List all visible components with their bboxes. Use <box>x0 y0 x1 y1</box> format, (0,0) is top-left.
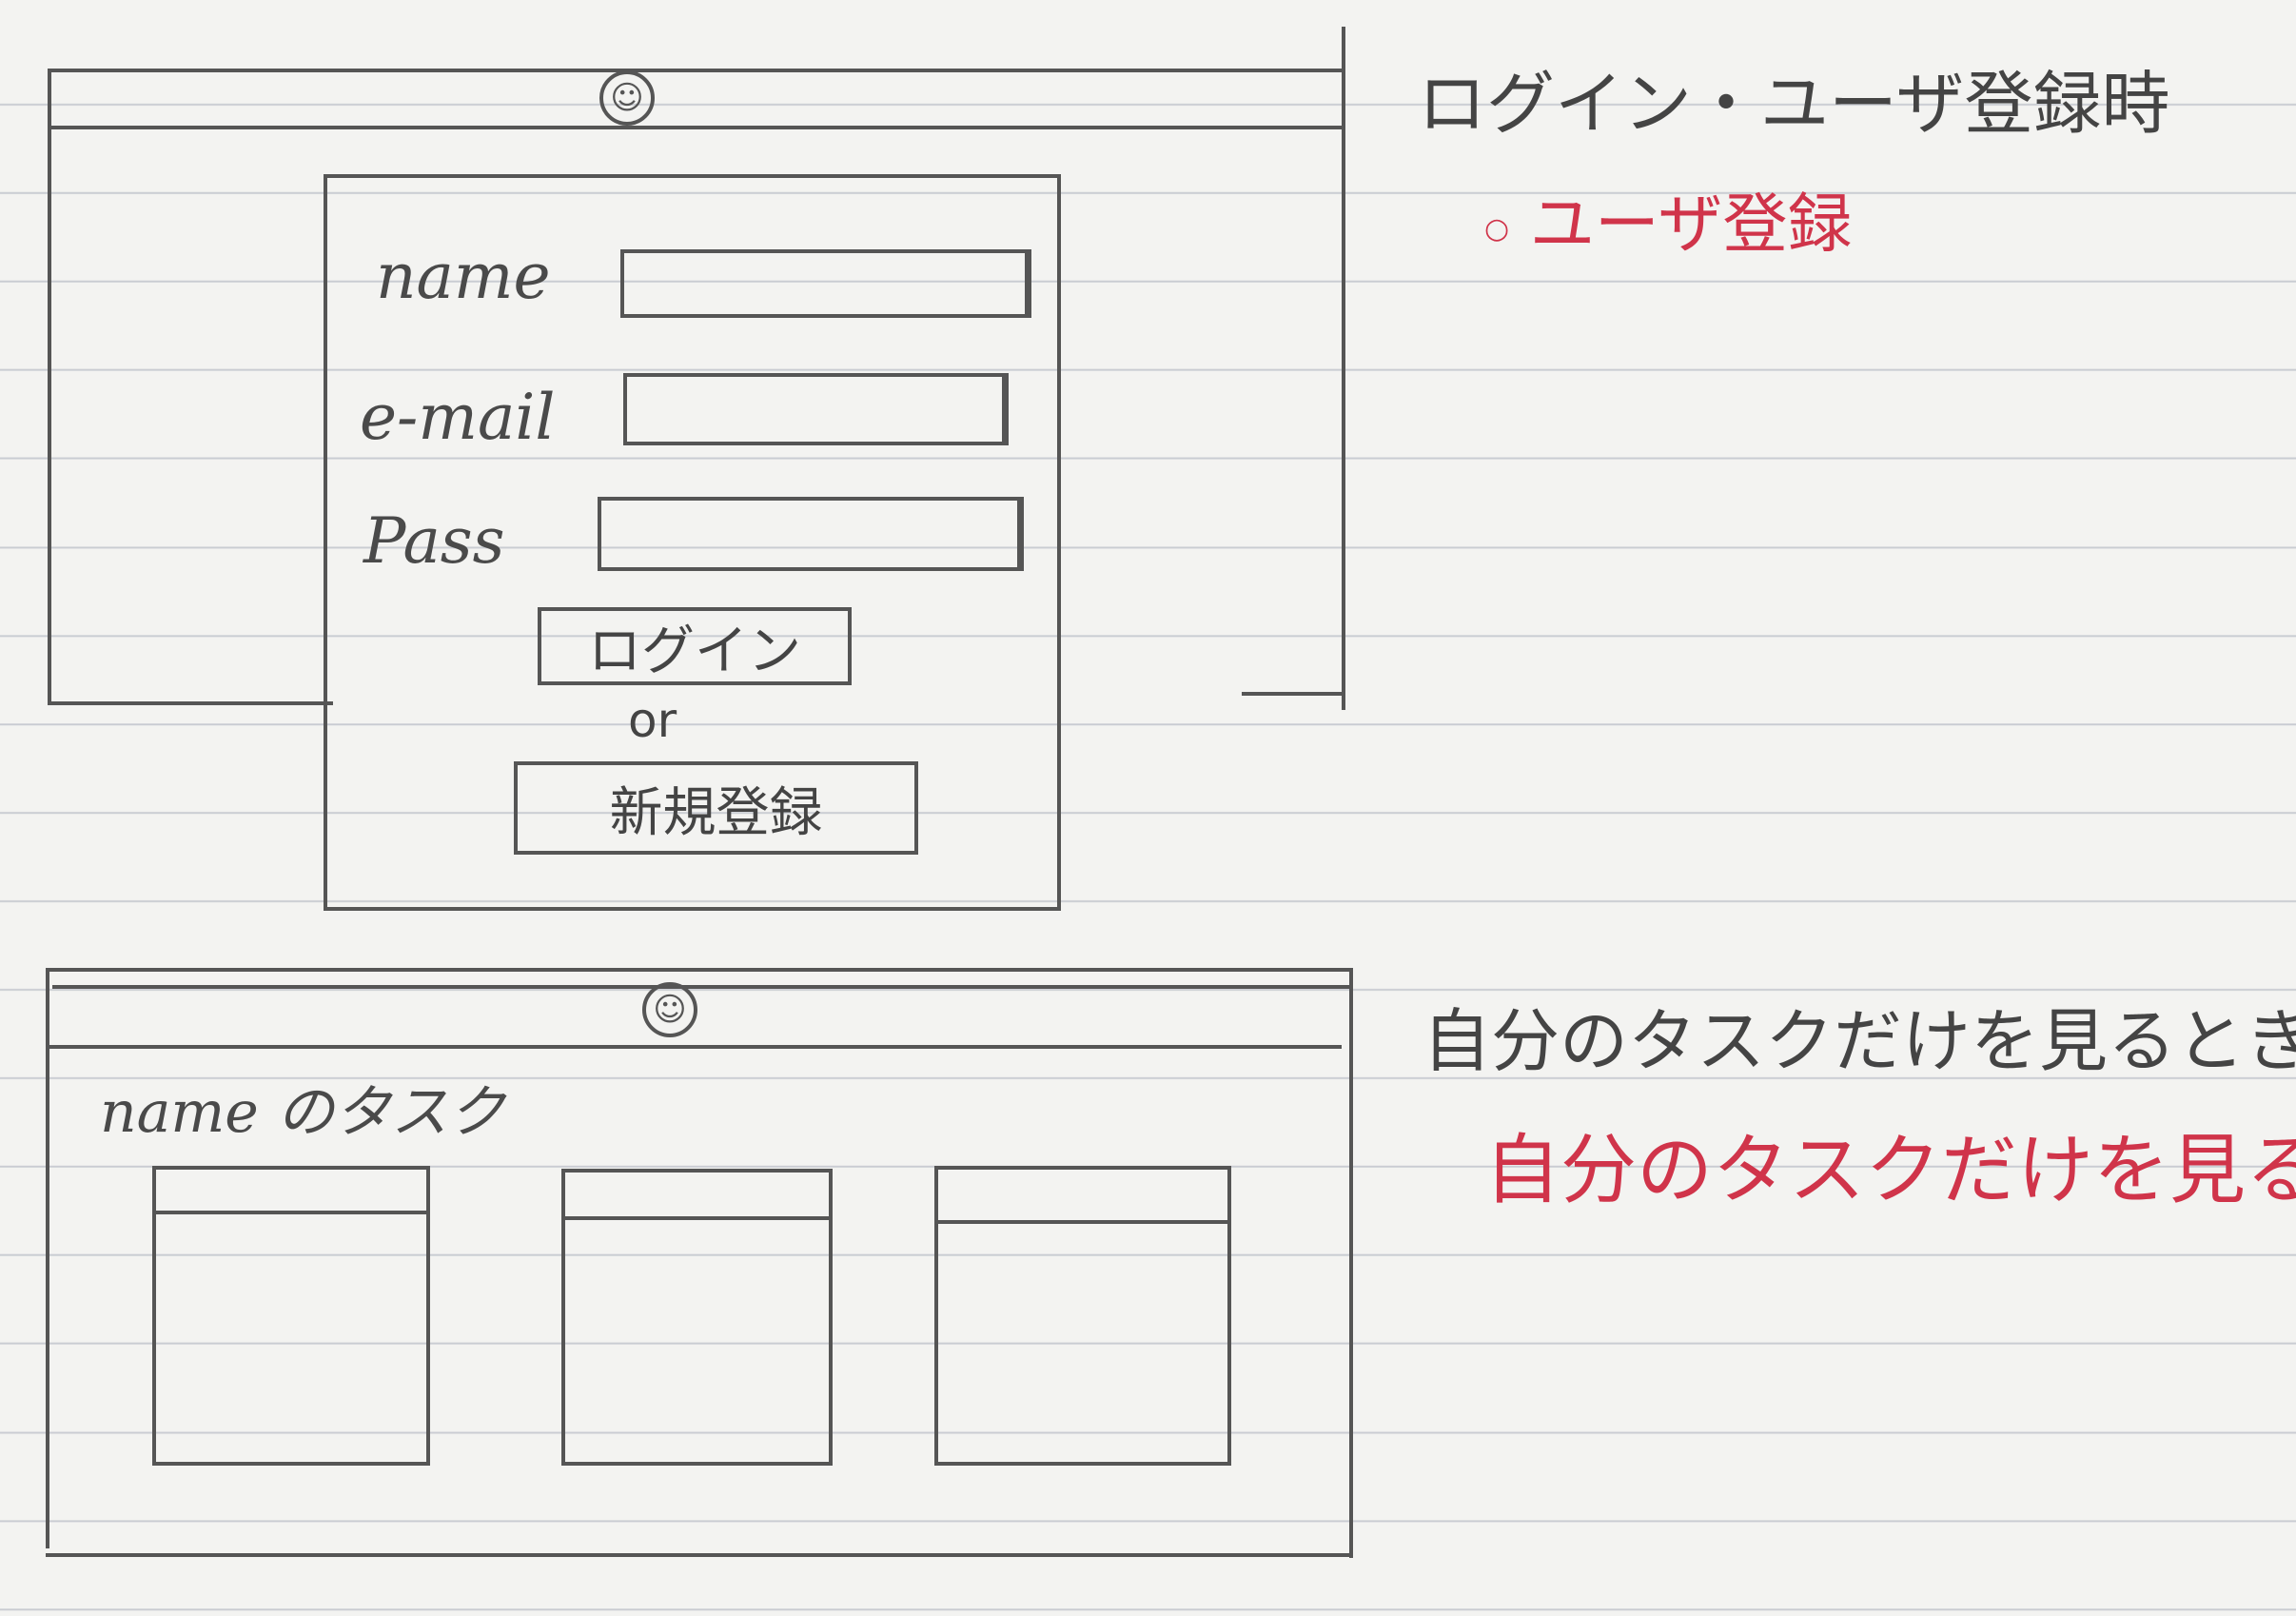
task-card[interactable] <box>561 1169 833 1466</box>
task-card-title-divider <box>561 1216 833 1220</box>
register-button[interactable]: 新規登録 <box>514 761 918 855</box>
screen2-top-edge-inner <box>52 985 1351 989</box>
email-label: e-mail <box>360 381 556 454</box>
password-label: Pass <box>363 504 505 578</box>
screen2-top-edge <box>48 968 1351 972</box>
screen2-right-edge <box>1349 968 1353 1558</box>
login-screen-note: ログイン・ユーザ登録時 <box>1418 64 2170 144</box>
my-tasks-note: 自分のタスクだけを見るとき <box>1423 1001 2296 1081</box>
user-avatar-icon[interactable]: ☺ <box>599 70 655 126</box>
task-card-title-divider <box>934 1220 1231 1224</box>
or-text: or <box>628 693 677 748</box>
name-label: name <box>376 240 551 313</box>
task-card-title-divider <box>152 1211 430 1214</box>
screen1-bottom-edge <box>48 701 333 705</box>
screen2-left-edge <box>46 968 49 1548</box>
password-input[interactable] <box>598 497 1024 571</box>
screen2-header-bar <box>48 1045 1342 1049</box>
screen1-right-edge <box>1342 27 1345 710</box>
register-note-text: ユーザ登録 <box>1529 187 1853 263</box>
bullet-marker: ○ <box>1484 211 1510 246</box>
register-note: ○ ユーザ登録 <box>1484 171 1852 266</box>
top-edge-line <box>48 69 1342 72</box>
user-avatar-icon[interactable]: ☺ <box>642 982 697 1037</box>
my-tasks-heading: name のタスク <box>100 1079 505 1146</box>
screen1-header-bar <box>48 126 1342 129</box>
email-input[interactable] <box>623 373 1009 445</box>
screen2-bottom-edge <box>46 1553 1351 1557</box>
my-tasks-red-note: 自分のタスクだけを見る <box>1484 1126 2296 1214</box>
notebook-page: { "screen1": { "note": "ログイン・ユーザ登録時", "r… <box>0 0 2296 1616</box>
login-button[interactable]: ログイン <box>538 607 852 685</box>
screen1-bottom-edge-right <box>1242 692 1342 696</box>
task-card[interactable] <box>934 1166 1231 1466</box>
screen1-left-edge <box>48 69 51 701</box>
name-input[interactable] <box>620 249 1031 318</box>
